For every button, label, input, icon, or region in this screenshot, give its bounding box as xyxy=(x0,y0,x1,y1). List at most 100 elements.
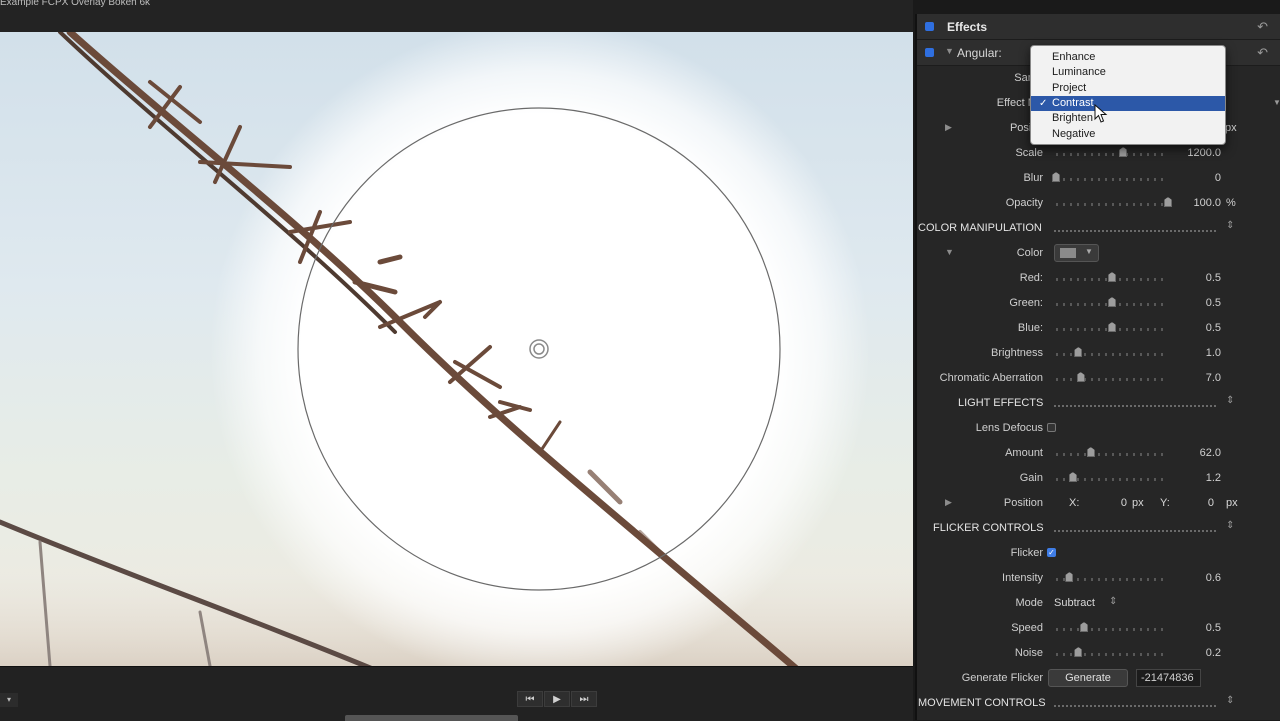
slider-thumb[interactable] xyxy=(1108,272,1116,282)
menu-item-brighten[interactable]: Brighten xyxy=(1031,111,1225,126)
effect-reset-icon[interactable]: ↶ xyxy=(1257,45,1268,61)
section-light-effects[interactable]: LIGHT EFFECTS ⇕ xyxy=(917,391,1280,416)
speed-value[interactable]: 0.5 xyxy=(1206,622,1221,634)
speed-slider[interactable] xyxy=(1056,622,1168,632)
effect-enable-checkbox[interactable] xyxy=(925,48,934,57)
slider-thumb[interactable] xyxy=(1074,647,1083,657)
section-title: MOVEMENT CONTROLS xyxy=(918,697,1046,709)
lens-defocus-label: Lens Defocus xyxy=(975,422,1043,434)
chevron-down-icon[interactable]: ▼ xyxy=(1085,247,1093,256)
green-value[interactable]: 0.5 xyxy=(1206,297,1221,309)
chromatic-aberration-slider[interactable] xyxy=(1056,372,1168,382)
menu-item-label: Enhance xyxy=(1052,51,1096,63)
green-slider[interactable] xyxy=(1056,297,1168,307)
blur-value[interactable]: 0 xyxy=(1215,172,1221,184)
opacity-value[interactable]: 100.0 xyxy=(1193,197,1221,209)
disclosure-right-icon[interactable]: ▶ xyxy=(945,497,952,508)
seed-field[interactable]: -21474836 xyxy=(1136,669,1201,687)
section-flicker-controls[interactable]: FLICKER CONTROLS ⇕ xyxy=(917,516,1280,541)
slider-thumb[interactable] xyxy=(1080,622,1088,632)
view-options-dropdown[interactable]: ▾ xyxy=(0,693,18,707)
disclosure-down-icon[interactable]: ▼ xyxy=(945,247,954,257)
gain-value[interactable]: 1.2 xyxy=(1206,472,1221,484)
reset-icon[interactable]: ↶ xyxy=(1257,19,1268,35)
lens-defocus-checkbox[interactable] xyxy=(1047,423,1056,432)
row-speed: Speed 0.5 xyxy=(917,616,1280,641)
mode-label: Mode xyxy=(1015,597,1043,609)
effects-header: Effects ↶ xyxy=(917,14,1280,40)
slider-thumb[interactable] xyxy=(1052,172,1060,182)
noise-value[interactable]: 0.2 xyxy=(1206,647,1221,659)
mode-popup[interactable]: Subtract xyxy=(1054,597,1095,609)
intensity-label: Intensity xyxy=(1002,572,1043,584)
slider-thumb[interactable] xyxy=(1108,297,1116,307)
slider-thumb[interactable] xyxy=(1076,372,1085,382)
chevron-down-icon[interactable]: ▼ xyxy=(1273,98,1280,107)
row-intensity: Intensity 0.6 xyxy=(917,566,1280,591)
disclosure-down-icon[interactable]: ▼ xyxy=(945,46,954,56)
amount-value[interactable]: 62.0 xyxy=(1200,447,1221,459)
disclosure-right-icon[interactable]: ▶ xyxy=(945,122,952,133)
menu-item-negative[interactable]: Negative xyxy=(1031,127,1225,142)
flicker-label: Flicker xyxy=(1010,547,1043,559)
scale-value[interactable]: 1200.0 xyxy=(1187,147,1221,159)
row-generate-flicker: Generate Flicker Generate -21474836 xyxy=(917,666,1280,691)
menu-item-project[interactable]: Project xyxy=(1031,81,1225,96)
brightness-value[interactable]: 1.0 xyxy=(1206,347,1221,359)
slider-thumb[interactable] xyxy=(1086,447,1095,457)
flicker-checkbox[interactable]: ✓ xyxy=(1047,548,1056,557)
row-blur: Blur 0 xyxy=(917,166,1280,191)
blue-value[interactable]: 0.5 xyxy=(1206,322,1221,334)
chromatic-aberration-label: Chromatic Aberration xyxy=(939,372,1043,384)
play-button[interactable]: ▶ xyxy=(544,691,570,707)
updown-icon[interactable]: ⇕ xyxy=(1226,695,1234,706)
y-value[interactable]: 0 xyxy=(1204,497,1214,509)
section-movement-controls[interactable]: MOVEMENT CONTROLS ⇕ xyxy=(917,691,1280,716)
brightness-label: Brightness xyxy=(991,347,1043,359)
section-divider xyxy=(1054,405,1216,407)
timecode-display xyxy=(345,715,518,721)
gain-slider[interactable] xyxy=(1056,472,1168,482)
next-frame-button[interactable]: ⏭ xyxy=(571,691,597,707)
section-color-manipulation[interactable]: COLOR MANIPULATION ⇕ xyxy=(917,216,1280,241)
updown-icon[interactable]: ⇕ xyxy=(1226,520,1234,531)
red-value[interactable]: 0.5 xyxy=(1206,272,1221,284)
intensity-slider[interactable] xyxy=(1056,572,1168,582)
slider-thumb[interactable] xyxy=(1119,147,1128,157)
brightness-slider[interactable] xyxy=(1056,347,1168,357)
scale-slider[interactable] xyxy=(1056,147,1168,157)
red-slider[interactable] xyxy=(1056,272,1168,282)
opacity-slider[interactable] xyxy=(1056,197,1172,207)
x-value[interactable]: 0 xyxy=(1117,497,1127,509)
slider-thumb[interactable] xyxy=(1068,472,1077,482)
menu-item-contrast[interactable]: ✓ Contrast xyxy=(1031,95,1225,111)
slider-thumb[interactable] xyxy=(1065,572,1074,582)
blue-label: Blue: xyxy=(1017,322,1043,334)
amount-slider[interactable] xyxy=(1056,447,1168,457)
updown-icon[interactable]: ⇕ xyxy=(1226,220,1234,231)
noise-slider[interactable] xyxy=(1056,647,1168,657)
blur-slider[interactable] xyxy=(1052,172,1168,182)
slider-thumb[interactable] xyxy=(1108,322,1116,332)
menu-item-label: Contrast xyxy=(1052,96,1094,109)
color-swatch xyxy=(1060,248,1076,258)
effects-enable-checkbox[interactable] xyxy=(925,22,934,31)
generate-button[interactable]: Generate xyxy=(1048,669,1128,687)
row-green: Green: 0.5 xyxy=(917,291,1280,316)
menu-item-luminance[interactable]: Luminance xyxy=(1031,65,1225,80)
video-viewer[interactable] xyxy=(0,32,913,666)
previous-frame-button[interactable]: ⏮ xyxy=(517,691,543,707)
chromatic-aberration-value[interactable]: 7.0 xyxy=(1206,372,1221,384)
intensity-value[interactable]: 0.6 xyxy=(1206,572,1221,584)
menu-item-label: Project xyxy=(1052,81,1087,94)
slider-thumb[interactable] xyxy=(1074,347,1083,357)
updown-icon[interactable]: ⇕ xyxy=(1109,596,1117,607)
updown-icon[interactable]: ⇕ xyxy=(1226,395,1234,406)
opacity-label: Opacity xyxy=(1005,197,1043,209)
color-well[interactable]: ▼ xyxy=(1054,244,1099,262)
slider-thumb[interactable] xyxy=(1164,197,1172,207)
scale-label: Scale xyxy=(1015,147,1043,159)
menu-item-enhance[interactable]: Enhance xyxy=(1031,50,1225,65)
blue-slider[interactable] xyxy=(1056,322,1168,332)
row-gain: Gain 1.2 xyxy=(917,466,1280,491)
